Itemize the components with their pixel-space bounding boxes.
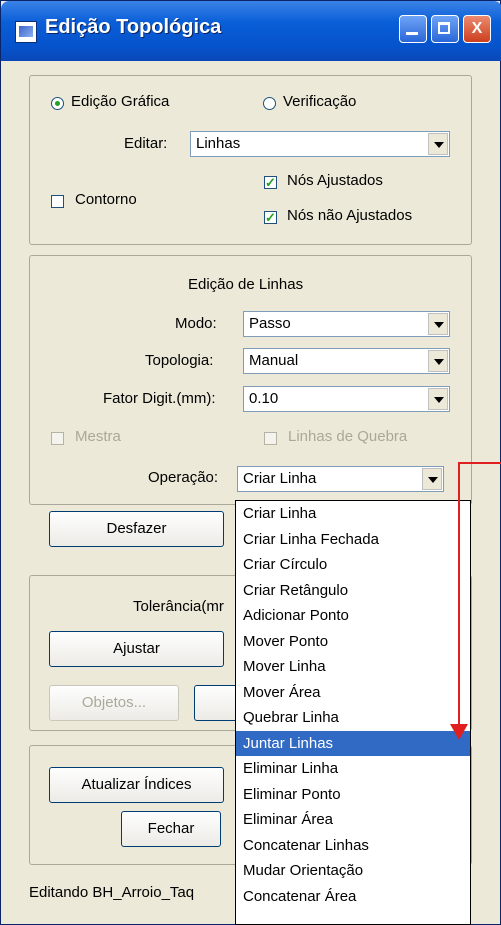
dropdown-option[interactable]: Adicionar Ponto — [236, 603, 470, 629]
chevron-down-icon[interactable] — [422, 468, 442, 490]
checkbox-mestra[interactable] — [51, 432, 64, 445]
editar-select-value: Linhas — [196, 135, 241, 152]
mestra-label: Mestra — [75, 428, 121, 445]
chevron-down-icon[interactable] — [428, 350, 448, 372]
operacao-select-value: Criar Linha — [243, 470, 317, 487]
operacao-dropdown-list[interactable]: Criar Linha Criar Linha Fechada Criar Círc… — [235, 500, 471, 925]
nos-ajustados-label[interactable]: Nós Ajustados — [287, 172, 383, 189]
editar-label: Editar: — [124, 135, 168, 152]
close-icon: X — [471, 20, 483, 37]
dropdown-option[interactable]: Criar Círculo — [236, 552, 470, 578]
annotation-arrow-horizontal — [459, 462, 501, 464]
objetos-button[interactable]: Objetos... — [49, 685, 179, 721]
edicao-linhas-group: Edição de Linhas Modo: Passo Topologia: … — [29, 255, 472, 505]
dropdown-option[interactable]: Concatenar Área — [236, 884, 470, 910]
fator-digit-select[interactable]: 0.10 — [243, 386, 450, 412]
annotation-arrow-head-icon — [450, 724, 468, 740]
mode-group: Edição Gráfica Verificação Editar: Linha… — [29, 75, 472, 245]
annotation-arrow-vertical — [458, 462, 460, 734]
checkbox-linhas-de-quebra[interactable] — [264, 432, 277, 445]
modo-select-value: Passo — [249, 315, 291, 332]
modo-label: Modo: — [175, 315, 217, 332]
contorno-label[interactable]: Contorno — [75, 191, 137, 208]
minimize-icon — [406, 32, 418, 35]
dropdown-option[interactable]: Eliminar Linha — [236, 756, 470, 782]
operacao-select[interactable]: Criar Linha — [237, 466, 444, 492]
window-title: Edição Topológica — [45, 16, 222, 38]
ajustar-button[interactable]: Ajustar — [49, 631, 224, 667]
dropdown-option[interactable]: Juntar Linhas — [236, 730, 470, 756]
tolerancia-label: Tolerância(mr — [133, 598, 224, 615]
fator-digit-select-value: 0.10 — [249, 390, 279, 407]
app-icon — [15, 21, 37, 43]
linhas-de-quebra-label: Linhas de Quebra — [288, 428, 408, 445]
status-text: Editando BH_Arroio_Taq — [29, 884, 195, 901]
dropdown-option[interactable]: Mudar Orientação — [236, 858, 470, 884]
dropdown-option[interactable]: Criar Linha — [236, 501, 470, 527]
topologia-select-value: Manual — [249, 352, 299, 369]
checkbox-contorno[interactable] — [51, 195, 64, 208]
radio-verificacao[interactable] — [263, 97, 276, 110]
nos-nao-ajustados-label[interactable]: Nós não Ajustados — [287, 207, 412, 224]
fechar-button[interactable]: Fechar — [121, 811, 221, 847]
topologia-select[interactable]: Manual — [243, 348, 450, 374]
checkbox-nos-ajustados[interactable]: ✓ — [264, 176, 277, 189]
topologia-label: Topologia: — [145, 352, 214, 369]
dropdown-option[interactable]: Criar Retângulo — [236, 578, 470, 604]
edicao-linhas-heading: Edição de Linhas — [188, 276, 304, 293]
dropdown-option[interactable]: Concatenar Linhas — [236, 833, 470, 859]
desfazer-button[interactable]: Desfazer — [49, 511, 224, 547]
dropdown-option[interactable]: Quebrar Linha — [236, 705, 470, 731]
chevron-down-icon[interactable] — [428, 388, 448, 410]
title-bar[interactable]: Edição Topológica X — [1, 1, 501, 61]
minimize-button[interactable] — [399, 15, 427, 43]
atualizar-indices-button[interactable]: Atualizar Índices — [49, 767, 224, 803]
dropdown-option[interactable]: Eliminar Área — [236, 807, 470, 833]
chevron-down-icon[interactable] — [428, 313, 448, 335]
editar-select[interactable]: Linhas — [190, 131, 450, 157]
dropdown-option[interactable]: Mover Área — [236, 680, 470, 706]
checkbox-nos-nao-ajustados[interactable]: ✓ — [264, 211, 277, 224]
dropdown-option[interactable]: Mover Linha — [236, 654, 470, 680]
close-button[interactable]: X — [463, 15, 491, 43]
radio-edicao-grafica[interactable] — [51, 97, 64, 110]
modo-select[interactable]: Passo — [243, 311, 450, 337]
fator-digit-label: Fator Digit.(mm): — [103, 390, 216, 407]
dropdown-option[interactable]: Mover Ponto — [236, 629, 470, 655]
maximize-icon — [438, 22, 450, 34]
dropdown-option[interactable]: Criar Linha Fechada — [236, 527, 470, 553]
operacao-label: Operação: — [148, 469, 219, 486]
dropdown-option[interactable]: Eliminar Ponto — [236, 782, 470, 808]
chevron-down-icon[interactable] — [428, 133, 448, 155]
radio-edicao-grafica-label[interactable]: Edição Gráfica — [71, 93, 169, 110]
radio-verificacao-label[interactable]: Verificação — [283, 93, 356, 110]
maximize-button[interactable] — [431, 15, 459, 43]
